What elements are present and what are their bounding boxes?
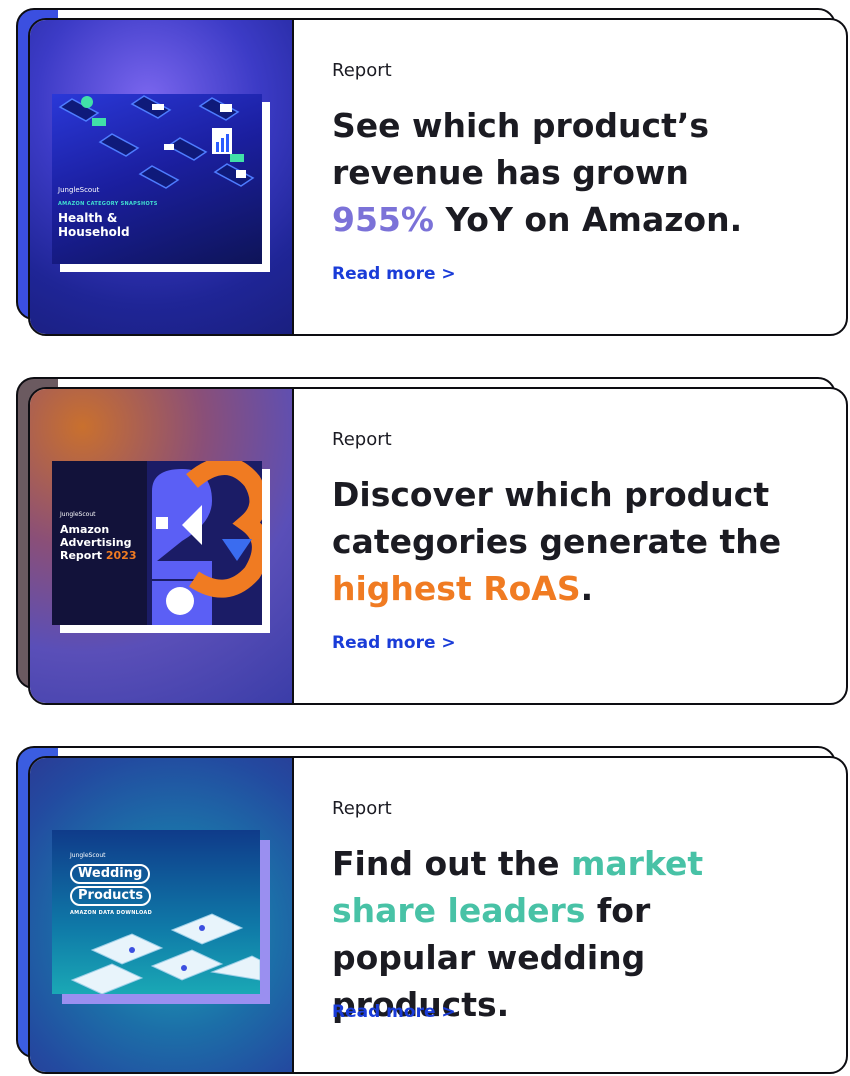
report-cover: JungleScout Wedding Products AMAZON DATA… (52, 830, 260, 994)
headline-text: Discover which product categories genera… (332, 475, 782, 561)
isometric-tablets-icon (70, 913, 260, 994)
report-thumbnail[interactable]: JungleScout Amazon Advertising Report 20… (30, 389, 294, 703)
card-headline: See which product’s revenue has grown 95… (332, 102, 802, 243)
cover-title-year: 2023 (105, 549, 137, 562)
card-body: JungleScout Amazon Advertising Report 20… (28, 387, 848, 705)
cover-title-line1: Wedding (70, 864, 151, 884)
cover-brand: JungleScout (58, 186, 100, 194)
read-more-link[interactable]: Read more > (332, 633, 456, 653)
headline-text: Find out the (332, 844, 572, 883)
cover-brand: JungleScout (60, 511, 96, 518)
report-card-3[interactable]: JungleScout Wedding Products AMAZON DATA… (0, 746, 850, 1076)
report-tag: Report (332, 60, 392, 81)
cover-brand: JungleScout (70, 852, 106, 859)
report-thumbnail[interactable]: JungleScout AMAZON CATEGORY SNAPSHOTS He… (30, 20, 294, 334)
report-cover: JungleScout AMAZON CATEGORY SNAPSHOTS He… (52, 94, 262, 264)
card-body: JungleScout Wedding Products AMAZON DATA… (28, 756, 848, 1074)
report-tag: Report (332, 429, 392, 450)
card-body: JungleScout AMAZON CATEGORY SNAPSHOTS He… (28, 18, 848, 336)
cover-title-report: Report (60, 549, 106, 562)
cover-title-line2: Household (58, 225, 130, 239)
cover-title-line2: Products (70, 886, 152, 906)
cover-title-line1: Health & (58, 211, 118, 225)
headline-accent: 955% (332, 200, 434, 239)
cover-kicker: AMAZON CATEGORY SNAPSHOTS (58, 201, 158, 207)
report-card-2[interactable]: JungleScout Amazon Advertising Report 20… (0, 377, 850, 707)
headline-text-end: YoY on Amazon. (433, 200, 743, 239)
report-thumbnail[interactable]: JungleScout Wedding Products AMAZON DATA… (30, 758, 294, 1072)
cover-title-line1: Amazon (60, 523, 110, 536)
card-headline: Find out the market share leaders for po… (332, 840, 802, 1028)
read-more-link[interactable]: Read more > (332, 264, 456, 284)
headline-text: See which product’s revenue has grown (332, 106, 710, 192)
headline-text-end: . (580, 569, 594, 608)
headline-accent: highest RoAS (332, 569, 581, 608)
report-cover: JungleScout Amazon Advertising Report 20… (52, 461, 262, 625)
report-tag: Report (332, 798, 392, 819)
card-headline: Discover which product categories genera… (332, 471, 802, 612)
cover-title-line2: Advertising (60, 536, 132, 549)
report-card-1[interactable]: JungleScout AMAZON CATEGORY SNAPSHOTS He… (0, 8, 850, 338)
read-more-link[interactable]: Read more > (332, 1002, 456, 1022)
cover-title-line3: Report 2023 (60, 549, 137, 562)
